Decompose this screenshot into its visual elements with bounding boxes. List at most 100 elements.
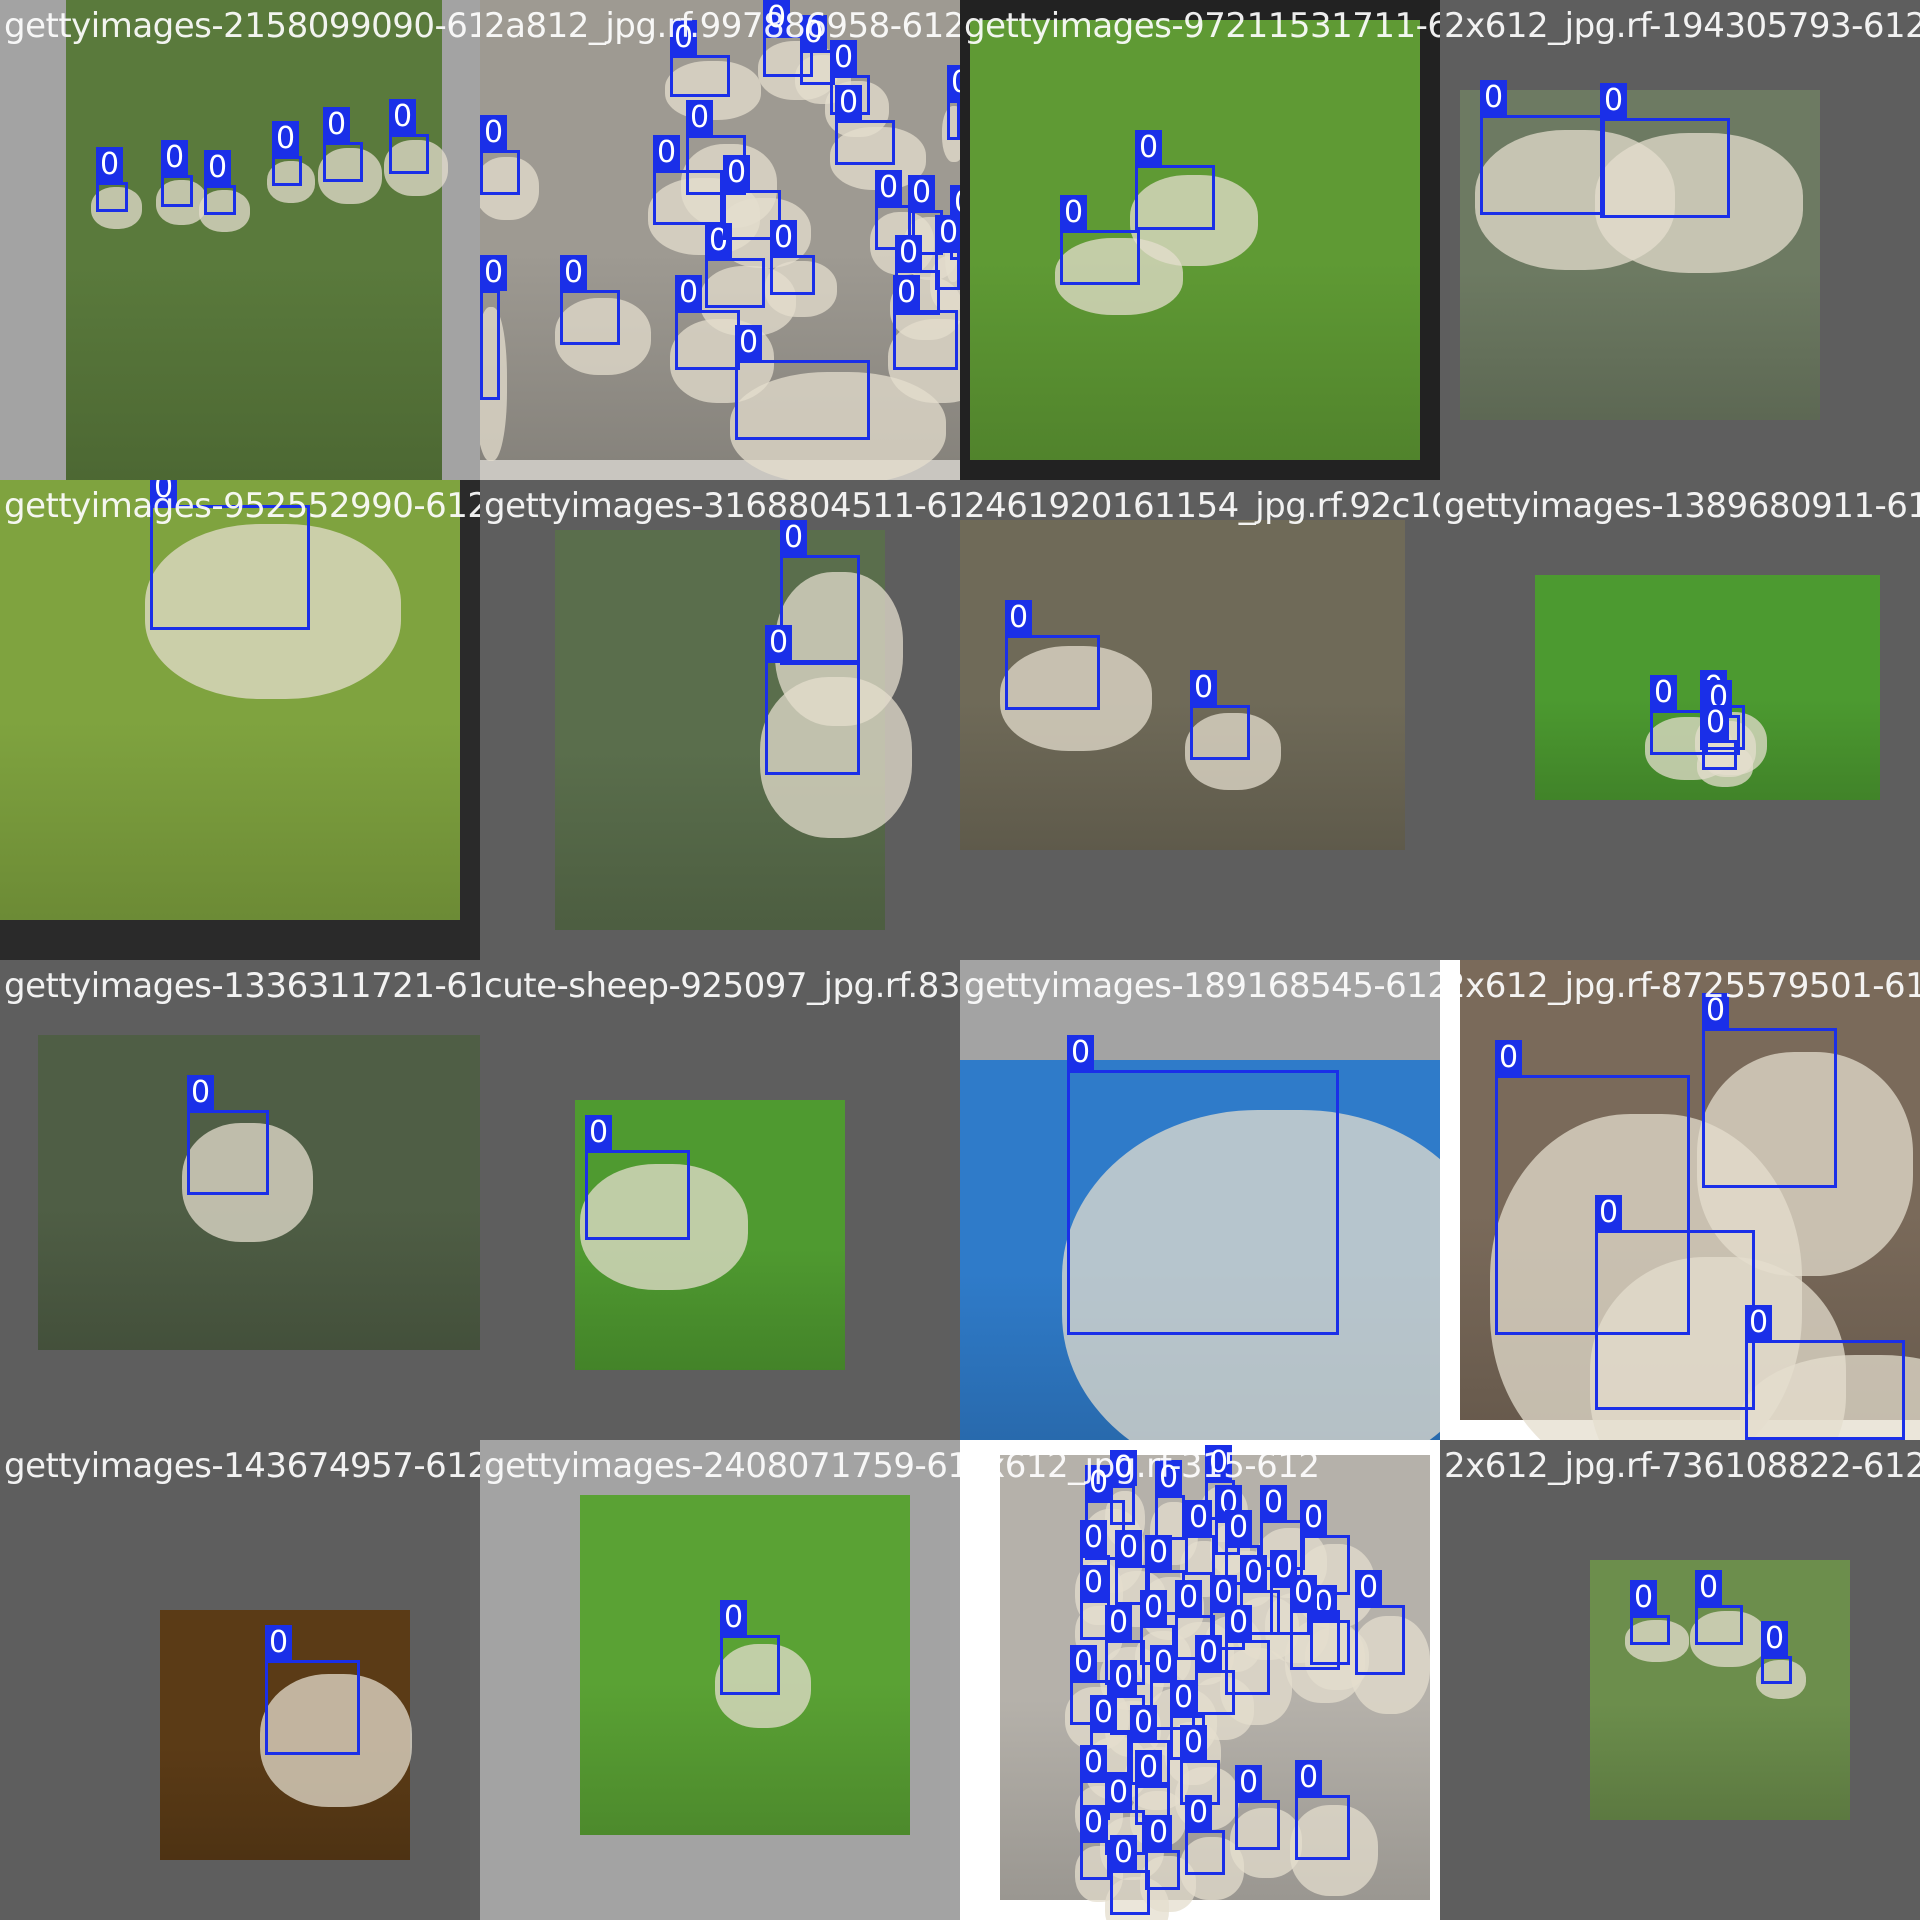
class-id-label: 0	[1650, 675, 1678, 711]
class-id-label: 0	[1225, 1510, 1253, 1546]
detection-box: 0	[1110, 1835, 1150, 1915]
class-id-label: 0	[480, 255, 508, 291]
detection-box: 0	[585, 1115, 690, 1240]
class-id-label: 0	[1105, 1605, 1133, 1641]
class-id-label: 0	[1260, 1485, 1288, 1521]
mosaic-tile: 0gettyimages-952552990-612x612_jpg	[0, 480, 480, 960]
mosaic-tile: 0 cute-sheep-925097_jpg.rf.83	[480, 960, 960, 1440]
mosaic-tile: 000000gettyimages-2158099090-612x612_jpg	[0, 0, 480, 480]
detection-box: 0	[720, 1600, 780, 1695]
detection-box: 0	[1060, 195, 1140, 285]
detection-box: 0	[670, 20, 730, 97]
detection-box: 0	[800, 15, 835, 85]
class-id-label: 0	[735, 325, 763, 361]
mosaic-tile: 0 0 gettyimages-97211531711-612x612_jpg	[960, 0, 1440, 480]
class-id-label: 0	[272, 121, 300, 157]
detection-box: 0	[1630, 1580, 1670, 1645]
tile-filename-label: gettyimages-189168545-612	[964, 966, 1440, 1006]
class-id-label: 0	[1110, 1660, 1138, 1696]
class-id-label: 0	[1135, 1750, 1163, 1786]
class-id-label: 0	[1355, 1570, 1383, 1606]
detection-box: 0	[675, 275, 740, 370]
class-id-label: 0	[686, 100, 714, 136]
class-id-label: 0	[1595, 1195, 1623, 1231]
detection-box: 0	[1745, 1305, 1905, 1440]
mosaic-tile: 0 gettyimages-2408071759-612x612	[480, 1440, 960, 1920]
class-id-label: 0	[1145, 1815, 1173, 1851]
detection-box: 0	[1185, 1500, 1215, 1575]
detection-box: 0	[389, 99, 429, 174]
class-id-label: 0	[1140, 1590, 1168, 1626]
class-id-label: 0	[1090, 1695, 1118, 1731]
class-id-label: 0	[1135, 130, 1163, 166]
class-id-label: 0	[96, 147, 124, 183]
detection-box: 0	[835, 85, 895, 165]
detection-box: 0	[1595, 1195, 1755, 1410]
detection-box: 0	[1225, 1605, 1270, 1695]
class-id-label: 0	[1195, 1635, 1223, 1671]
detection-box: 0	[770, 220, 815, 295]
detection-box: 0	[1650, 675, 1705, 755]
class-id-label: 0	[1495, 1040, 1523, 1076]
class-id-label: 0	[1150, 1645, 1178, 1681]
class-id-label: 0	[765, 625, 793, 661]
mosaic-tile: 00gettyimages-3168804511-612x612_jpg	[480, 480, 960, 960]
class-id-label: 0	[1600, 83, 1628, 119]
class-id-label: 0	[893, 275, 921, 311]
mosaic-tile: 0 0 0 0 2x612_jpg.rf-8725579501-612	[1440, 960, 1920, 1440]
detection-box: 0	[1702, 705, 1737, 770]
detection-box: 0	[323, 107, 363, 182]
class-id-label: 0	[1235, 1765, 1263, 1801]
detection-box: 0	[1185, 1795, 1225, 1875]
tile-filename-label: gettyimages-1336311721-612x612_jpg	[4, 966, 480, 1006]
class-id-label: 0	[1295, 1760, 1323, 1796]
class-id-label: 0	[895, 235, 923, 271]
class-id-label: 0	[1105, 1775, 1133, 1811]
class-id-label: 0	[389, 99, 417, 135]
tile-filename-label: gettyimages-2158099090-612x612_jpg	[4, 6, 480, 46]
tile-filename-label: 2461920161154_jpg.rf.92c1009	[964, 486, 1440, 526]
tile-filename-label: 2x612_jpg.rf-315-612	[964, 1446, 1320, 1486]
detection-box: 0	[96, 147, 128, 212]
mosaic-tile: 0 gettyimages-189168545-612	[960, 960, 1440, 1440]
class-id-label: 0	[1290, 1575, 1318, 1611]
mosaic-grid: 000000gettyimages-2158099090-612x612_jpg…	[0, 0, 1920, 1920]
detection-box: 0	[1145, 1815, 1180, 1890]
class-id-label: 0	[947, 65, 960, 101]
detection-box: 0	[735, 325, 870, 440]
class-id-label: 0	[560, 255, 588, 291]
tile-filename-label: gettyimages-952552990-612x612_jpg	[4, 486, 480, 526]
class-id-label: 0	[1240, 1555, 1268, 1591]
detection-box: 0	[480, 115, 520, 195]
class-id-label: 0	[480, 115, 508, 151]
tile-filename-label: gettyimages-97211531711-612x612_jpg	[964, 6, 1440, 46]
tile-photo	[66, 0, 442, 480]
mosaic-tile: 0 0 2461920161154_jpg.rf.92c1009	[960, 480, 1440, 960]
detection-box: 0	[1235, 1765, 1280, 1850]
detection-box: 0	[947, 65, 960, 140]
class-id-label: 0	[1190, 670, 1218, 706]
detection-box: 0	[1600, 83, 1730, 218]
detection-box: 0	[204, 150, 236, 215]
class-id-label: 0	[908, 175, 936, 211]
class-id-label: 0	[1480, 80, 1508, 116]
class-id-label: 0	[1145, 1535, 1173, 1571]
class-id-label: 0	[1185, 1500, 1213, 1536]
class-id-label: 0	[1080, 1805, 1108, 1841]
class-id-label: 0	[1080, 1745, 1108, 1781]
class-id-label: 0	[1175, 1580, 1203, 1616]
class-id-label: 0	[1185, 1795, 1213, 1831]
detection-box: 0	[1295, 1760, 1350, 1860]
class-id-label: 0	[1067, 1035, 1095, 1071]
detection-box: 0	[187, 1075, 269, 1195]
class-id-label: 0	[1702, 705, 1730, 741]
mosaic-tile: 0 gettyimages-1336311721-612x612_jpg	[0, 960, 480, 1440]
class-id-label: 0	[723, 155, 751, 191]
class-id-label: 0	[204, 150, 232, 186]
class-id-label: 0	[653, 135, 681, 171]
tile-filename-label: 2x612_jpg.rf-8725579501-612	[1444, 966, 1920, 1006]
class-id-label: 0	[1761, 1621, 1789, 1657]
class-id-label: 0	[1080, 1565, 1108, 1601]
tile-filename-label: gettyimages-2408071759-612x612	[484, 1446, 960, 1486]
class-id-label: 0	[265, 1625, 293, 1661]
